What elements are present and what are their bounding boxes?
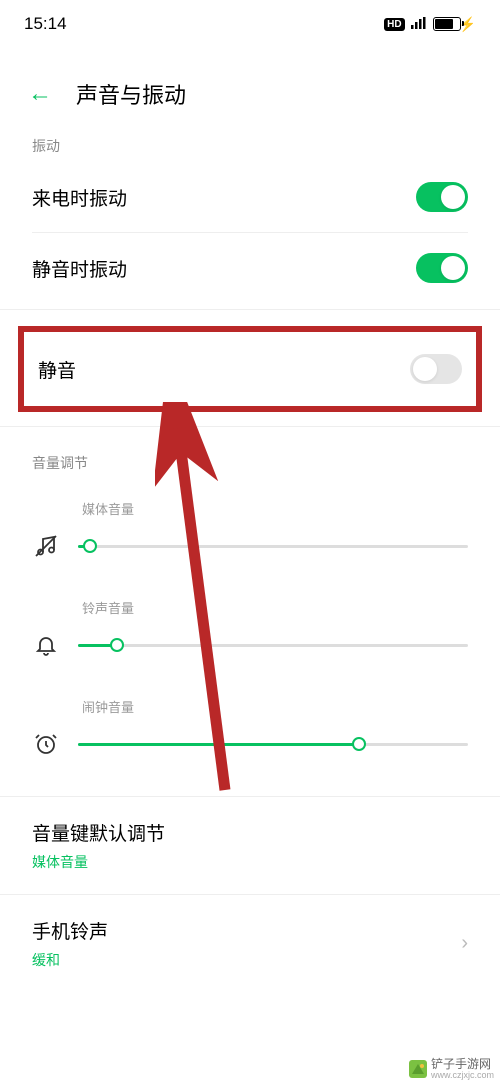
ringtone-value: 缓和: [32, 950, 108, 970]
silent-vibrate-label: 静音时振动: [32, 255, 127, 282]
alarm-slider[interactable]: [78, 743, 468, 746]
row-mute[interactable]: 静音: [18, 326, 482, 412]
section-vibration-label: 振动: [0, 128, 500, 162]
hd-icon: HD: [384, 18, 404, 31]
page-header: ← 声音与振动: [0, 48, 500, 128]
media-slider[interactable]: [78, 545, 468, 548]
slider-media: 媒体音量: [0, 479, 500, 578]
section-volume-label: 音量调节: [0, 427, 500, 479]
ring-slider[interactable]: [78, 644, 468, 647]
ring-vibrate-switch[interactable]: [416, 182, 468, 212]
alarm-label: 闹钟音量: [32, 697, 468, 716]
signal-icon: [411, 17, 427, 32]
status-time: 15:14: [24, 14, 67, 34]
page-title: 声音与振动: [76, 78, 186, 110]
clock-icon: [32, 730, 60, 758]
volume-keys-value: 媒体音量: [32, 852, 165, 872]
slider-alarm: 闹钟音量: [0, 677, 500, 776]
row-silent-vibrate[interactable]: 静音时振动: [0, 233, 500, 303]
mute-label: 静音: [38, 356, 76, 383]
watermark-url: www.czjxjc.com: [431, 1071, 494, 1081]
slider-ring: 铃声音量: [0, 578, 500, 677]
battery-icon: ⚡: [433, 16, 476, 33]
watermark-logo-icon: [409, 1060, 427, 1078]
ring-vibrate-label: 来电时振动: [32, 184, 127, 211]
silent-vibrate-switch[interactable]: [416, 253, 468, 283]
watermark: 铲子手游网 www.czjxjc.com: [403, 1055, 500, 1084]
volume-keys-title: 音量键默认调节: [32, 819, 165, 846]
status-icons: HD ⚡: [384, 16, 476, 33]
mute-switch[interactable]: [410, 354, 462, 384]
ringtone-title: 手机铃声: [32, 917, 108, 944]
ring-label: 铃声音量: [32, 598, 468, 617]
chevron-right-icon: ›: [461, 932, 468, 955]
status-bar: 15:14 HD ⚡: [0, 0, 500, 48]
bell-icon: [32, 631, 60, 659]
row-ringtone[interactable]: 手机铃声 缓和 ›: [0, 895, 500, 992]
media-mute-icon: [32, 532, 60, 560]
media-label: 媒体音量: [32, 499, 468, 518]
back-arrow-icon[interactable]: ←: [28, 80, 52, 108]
row-ring-vibrate[interactable]: 来电时振动: [0, 162, 500, 232]
row-volume-keys[interactable]: 音量键默认调节 媒体音量: [0, 797, 500, 894]
